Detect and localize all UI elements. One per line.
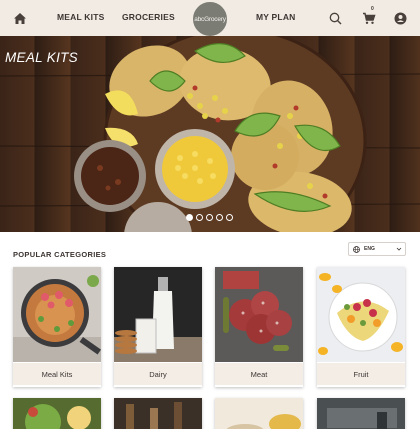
category-card-dairy[interactable]: Dairy	[114, 267, 202, 387]
category-card-meat[interactable]: Meat	[215, 267, 303, 387]
carousel-dot[interactable]	[206, 214, 213, 221]
globe-icon	[353, 245, 360, 253]
search-icon	[329, 12, 341, 24]
category-card-partial[interactable]	[13, 398, 101, 429]
category-image-partial	[13, 398, 101, 429]
category-card-meal-kits[interactable]: Meal Kits	[13, 267, 101, 387]
carousel-dots	[186, 214, 233, 221]
hero-title: MEAL KITS	[5, 50, 78, 65]
top-nav-bar: MEAL KITS GROCERIES abcGrocery MY PLAN 0	[0, 0, 420, 38]
nav-my-plan[interactable]: MY PLAN	[256, 12, 296, 22]
category-label: Dairy	[114, 363, 202, 385]
hero-food-image	[0, 36, 420, 232]
search-button[interactable]	[326, 9, 344, 27]
home-button[interactable]	[11, 9, 29, 27]
category-image-partial	[215, 398, 303, 429]
cart-icon	[363, 12, 376, 24]
carousel-dot[interactable]	[186, 214, 193, 221]
cart-count-badge: 0	[371, 6, 374, 12]
category-card-partial[interactable]	[114, 398, 202, 429]
category-card-partial[interactable]	[317, 398, 405, 429]
category-image-partial	[114, 398, 202, 429]
section-title: POPULAR CATEGORIES	[13, 250, 107, 259]
category-card-fruit[interactable]: Fruit	[317, 267, 405, 387]
category-image-dairy	[114, 267, 202, 362]
category-image-partial	[317, 398, 405, 429]
home-icon	[14, 12, 26, 24]
nav-groceries[interactable]: GROCERIES	[122, 12, 175, 22]
category-card-partial[interactable]	[215, 398, 303, 429]
category-image-meal-kits	[13, 267, 101, 362]
brand-logo[interactable]: abcGrocery	[191, 0, 229, 38]
category-image-meat	[215, 267, 303, 362]
category-image-fruit	[317, 267, 405, 362]
nav-meal-kits[interactable]: MEAL KITS	[57, 12, 104, 22]
category-label: Meat	[215, 363, 303, 385]
carousel-dot[interactable]	[226, 214, 233, 221]
carousel-dot[interactable]	[216, 214, 223, 221]
logo-text: abcGrocery	[194, 15, 226, 23]
account-button[interactable]	[391, 9, 409, 27]
account-icon	[394, 12, 406, 24]
carousel-dot[interactable]	[196, 214, 203, 221]
category-label: Fruit	[317, 363, 405, 385]
category-label: Meal Kits	[13, 363, 101, 385]
language-value: ENG	[364, 246, 375, 252]
language-select[interactable]: ENG	[348, 242, 406, 256]
chevron-down-icon	[396, 247, 402, 251]
hero-banner[interactable]: MEAL KITS	[0, 36, 420, 232]
cart-button[interactable]: 0	[360, 6, 378, 27]
